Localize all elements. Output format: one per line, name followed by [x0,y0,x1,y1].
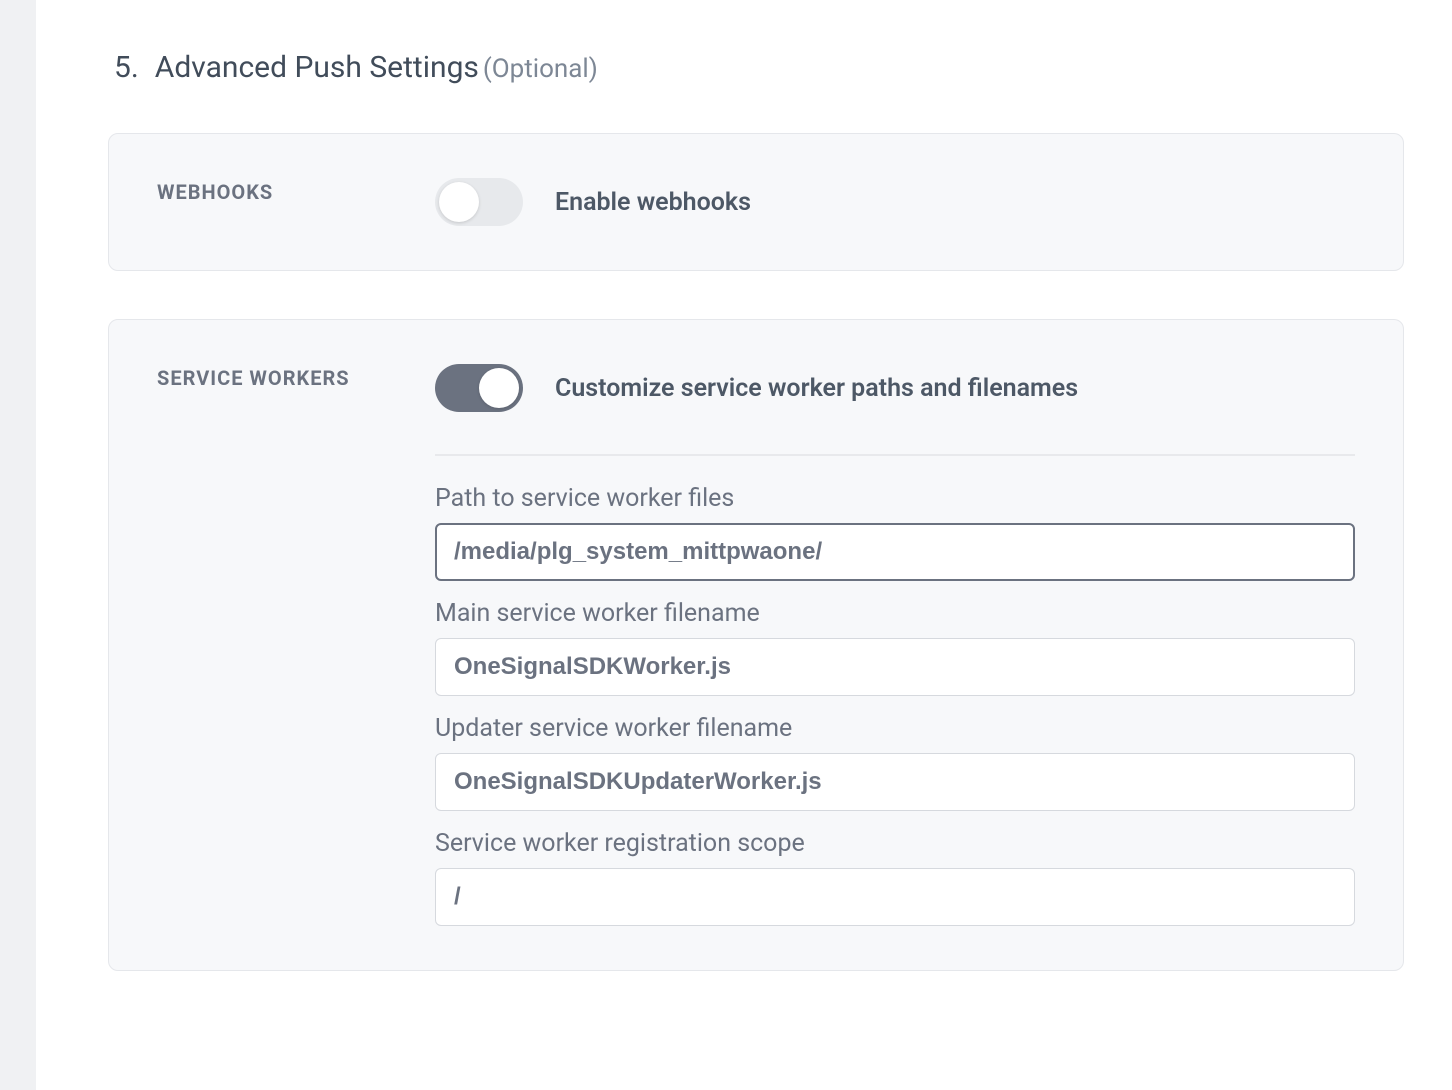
scope-input[interactable] [435,868,1355,926]
toggle-knob [439,182,479,222]
updater-filename-label: Updater service worker filename [435,714,1355,743]
webhooks-card: WEBHOOKS Enable webhooks [108,133,1404,271]
page-container: 5. Advanced Push Settings (Optional) WEB… [36,0,1452,1090]
divider [435,454,1355,456]
webhooks-toggle[interactable] [435,178,523,226]
service-workers-toggle[interactable] [435,364,523,412]
webhooks-label: WEBHOOKS [157,180,435,204]
section-heading: 5. Advanced Push Settings (Optional) [36,0,1452,85]
service-workers-toggle-label: Customize service worker paths and filen… [555,374,1078,403]
path-label: Path to service worker files [435,484,1355,513]
section-optional: (Optional) [483,54,598,84]
path-input[interactable] [435,523,1355,581]
webhooks-toggle-label: Enable webhooks [555,188,751,217]
main-filename-label: Main service worker filename [435,599,1355,628]
toggle-knob [479,368,519,408]
service-workers-card: SERVICE WORKERS Customize service worker… [108,319,1404,971]
service-workers-label: SERVICE WORKERS [157,366,435,390]
main-filename-input[interactable] [435,638,1355,696]
scope-label: Service worker registration scope [435,829,1355,858]
section-title: Advanced Push Settings [155,50,479,85]
updater-filename-input[interactable] [435,753,1355,811]
section-number: 5. [114,50,139,85]
